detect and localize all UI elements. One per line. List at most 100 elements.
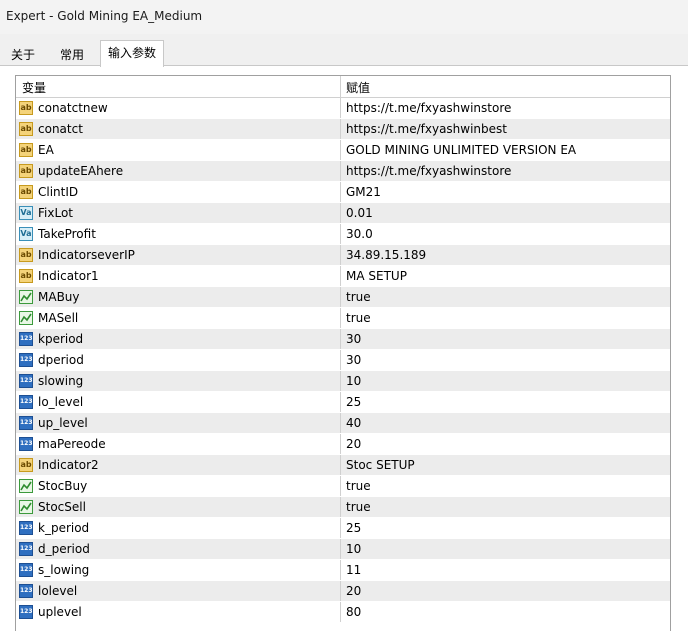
value-cell[interactable]: true (341, 287, 670, 307)
tab-input-parameters[interactable]: 输入参数 (100, 40, 164, 67)
variable-value[interactable]: 10 (346, 542, 361, 556)
table-row[interactable]: StocSell true (16, 497, 670, 518)
variable-value[interactable]: 30 (346, 332, 361, 346)
table-row[interactable]: 123 lolevel 20 (16, 581, 670, 602)
variable-value[interactable]: 11 (346, 563, 361, 577)
column-header-value[interactable]: 赋值 (341, 76, 670, 97)
variable-value[interactable]: https://t.me/fxyashwinstore (346, 164, 511, 178)
value-cell[interactable]: 10 (341, 371, 670, 391)
value-cell[interactable]: 40 (341, 413, 670, 433)
value-cell[interactable]: https://t.me/fxyashwinstore (341, 98, 670, 118)
variable-value[interactable]: true (346, 479, 371, 493)
table-row[interactable]: 123 up_level 40 (16, 413, 670, 434)
value-cell[interactable]: Stoc SETUP (341, 455, 670, 475)
table-row[interactable]: 123 s_lowing 11 (16, 560, 670, 581)
variable-value[interactable]: 20 (346, 584, 361, 598)
table-row[interactable]: 123 uplevel 80 (16, 602, 670, 623)
integer-type-icon: 123 (19, 374, 33, 388)
variable-value[interactable]: GM21 (346, 185, 381, 199)
value-cell[interactable]: 34.89.15.189 (341, 245, 670, 265)
variable-name: up_level (38, 416, 88, 430)
variable-value[interactable]: 30 (346, 353, 361, 367)
bool-type-icon (19, 290, 33, 304)
value-cell[interactable]: 80 (341, 602, 670, 622)
variable-cell: StocBuy (16, 476, 341, 496)
variable-value[interactable]: true (346, 290, 371, 304)
table-row[interactable]: 123 d_period 10 (16, 539, 670, 560)
table-row[interactable]: 123 slowing 10 (16, 371, 670, 392)
variable-value[interactable]: true (346, 311, 371, 325)
table-row[interactable]: Va TakeProfit 30.0 (16, 224, 670, 245)
table-row[interactable]: ab EA GOLD MINING UNLIMITED VERSION EA (16, 140, 670, 161)
tab-about[interactable]: 关于 (4, 44, 42, 65)
value-cell[interactable]: 25 (341, 518, 670, 538)
integer-type-icon: 123 (19, 605, 33, 619)
value-cell[interactable]: GOLD MINING UNLIMITED VERSION EA (341, 140, 670, 160)
value-cell[interactable]: GM21 (341, 182, 670, 202)
value-cell[interactable]: 0.01 (341, 203, 670, 223)
value-cell[interactable]: 10 (341, 539, 670, 559)
variable-cell: ab conatct (16, 119, 341, 139)
value-cell[interactable]: 30.0 (341, 224, 670, 244)
value-cell[interactable]: MA SETUP (341, 266, 670, 286)
string-type-icon: ab (19, 185, 33, 199)
table-row[interactable]: ab IndicatorseverIP 34.89.15.189 (16, 245, 670, 266)
table-row[interactable]: MASell true (16, 308, 670, 329)
value-cell[interactable]: true (341, 497, 670, 517)
table-row[interactable]: 123 k_period 25 (16, 518, 670, 539)
variable-value[interactable]: true (346, 500, 371, 514)
table-row[interactable]: 123 lo_level 25 (16, 392, 670, 413)
variable-value[interactable]: https://t.me/fxyashwinstore (346, 101, 511, 115)
variable-name: TakeProfit (38, 227, 96, 241)
variable-value[interactable]: 80 (346, 605, 361, 619)
bool-type-icon (19, 500, 33, 514)
table-row[interactable]: ab Indicator1 MA SETUP (16, 266, 670, 287)
variable-value[interactable]: 25 (346, 521, 361, 535)
variable-value[interactable]: 10 (346, 374, 361, 388)
value-cell[interactable]: 30 (341, 350, 670, 370)
table-row[interactable]: 123 dperiod 30 (16, 350, 670, 371)
value-cell[interactable]: 30 (341, 329, 670, 349)
variable-value[interactable]: 40 (346, 416, 361, 430)
value-cell[interactable]: https://t.me/fxyashwinbest (341, 119, 670, 139)
variable-value[interactable]: 0.01 (346, 206, 373, 220)
variable-value[interactable]: Stoc SETUP (346, 458, 415, 472)
variable-cell: Va TakeProfit (16, 224, 341, 244)
variable-name: EA (38, 143, 54, 157)
string-type-icon: ab (19, 143, 33, 157)
title-bar: Expert - Gold Mining EA_Medium (0, 0, 688, 34)
variable-cell: 123 d_period (16, 539, 341, 559)
table-row[interactable]: ab conatctnew https://t.me/fxyashwinstore (16, 98, 670, 119)
table-row[interactable]: ab Indicator2 Stoc SETUP (16, 455, 670, 476)
value-cell[interactable]: https://t.me/fxyashwinstore (341, 161, 670, 181)
tab-common[interactable]: 常用 (52, 44, 92, 65)
variable-name: kperiod (38, 332, 84, 346)
value-cell[interactable]: 20 (341, 434, 670, 454)
variable-value[interactable]: 30.0 (346, 227, 373, 241)
table-row[interactable]: 123 maPereode 20 (16, 434, 670, 455)
table-row[interactable]: StocBuy true (16, 476, 670, 497)
variable-value[interactable]: GOLD MINING UNLIMITED VERSION EA (346, 143, 576, 157)
string-type-icon: ab (19, 248, 33, 262)
table-row[interactable]: ab ClintID GM21 (16, 182, 670, 203)
variable-value[interactable]: MA SETUP (346, 269, 407, 283)
variable-value[interactable]: 25 (346, 395, 361, 409)
variable-cell: MABuy (16, 287, 341, 307)
value-cell[interactable]: 25 (341, 392, 670, 412)
table-row[interactable]: Va FixLot 0.01 (16, 203, 670, 224)
table-row[interactable]: ab conatct https://t.me/fxyashwinbest (16, 119, 670, 140)
table-row[interactable]: 123 kperiod 30 (16, 329, 670, 350)
table-row[interactable]: MABuy true (16, 287, 670, 308)
variable-value[interactable]: https://t.me/fxyashwinbest (346, 122, 507, 136)
variable-name: IndicatorseverIP (38, 248, 135, 262)
value-cell[interactable]: true (341, 308, 670, 328)
column-header-variable[interactable]: 变量 (16, 76, 341, 97)
value-cell[interactable]: 11 (341, 560, 670, 580)
variable-value[interactable]: 34.89.15.189 (346, 248, 426, 262)
variable-cell: MASell (16, 308, 341, 328)
variable-name: StocSell (38, 500, 86, 514)
value-cell[interactable]: true (341, 476, 670, 496)
value-cell[interactable]: 20 (341, 581, 670, 601)
table-row[interactable]: ab updateEAhere https://t.me/fxyashwinstor… (16, 161, 670, 182)
variable-value[interactable]: 20 (346, 437, 361, 451)
